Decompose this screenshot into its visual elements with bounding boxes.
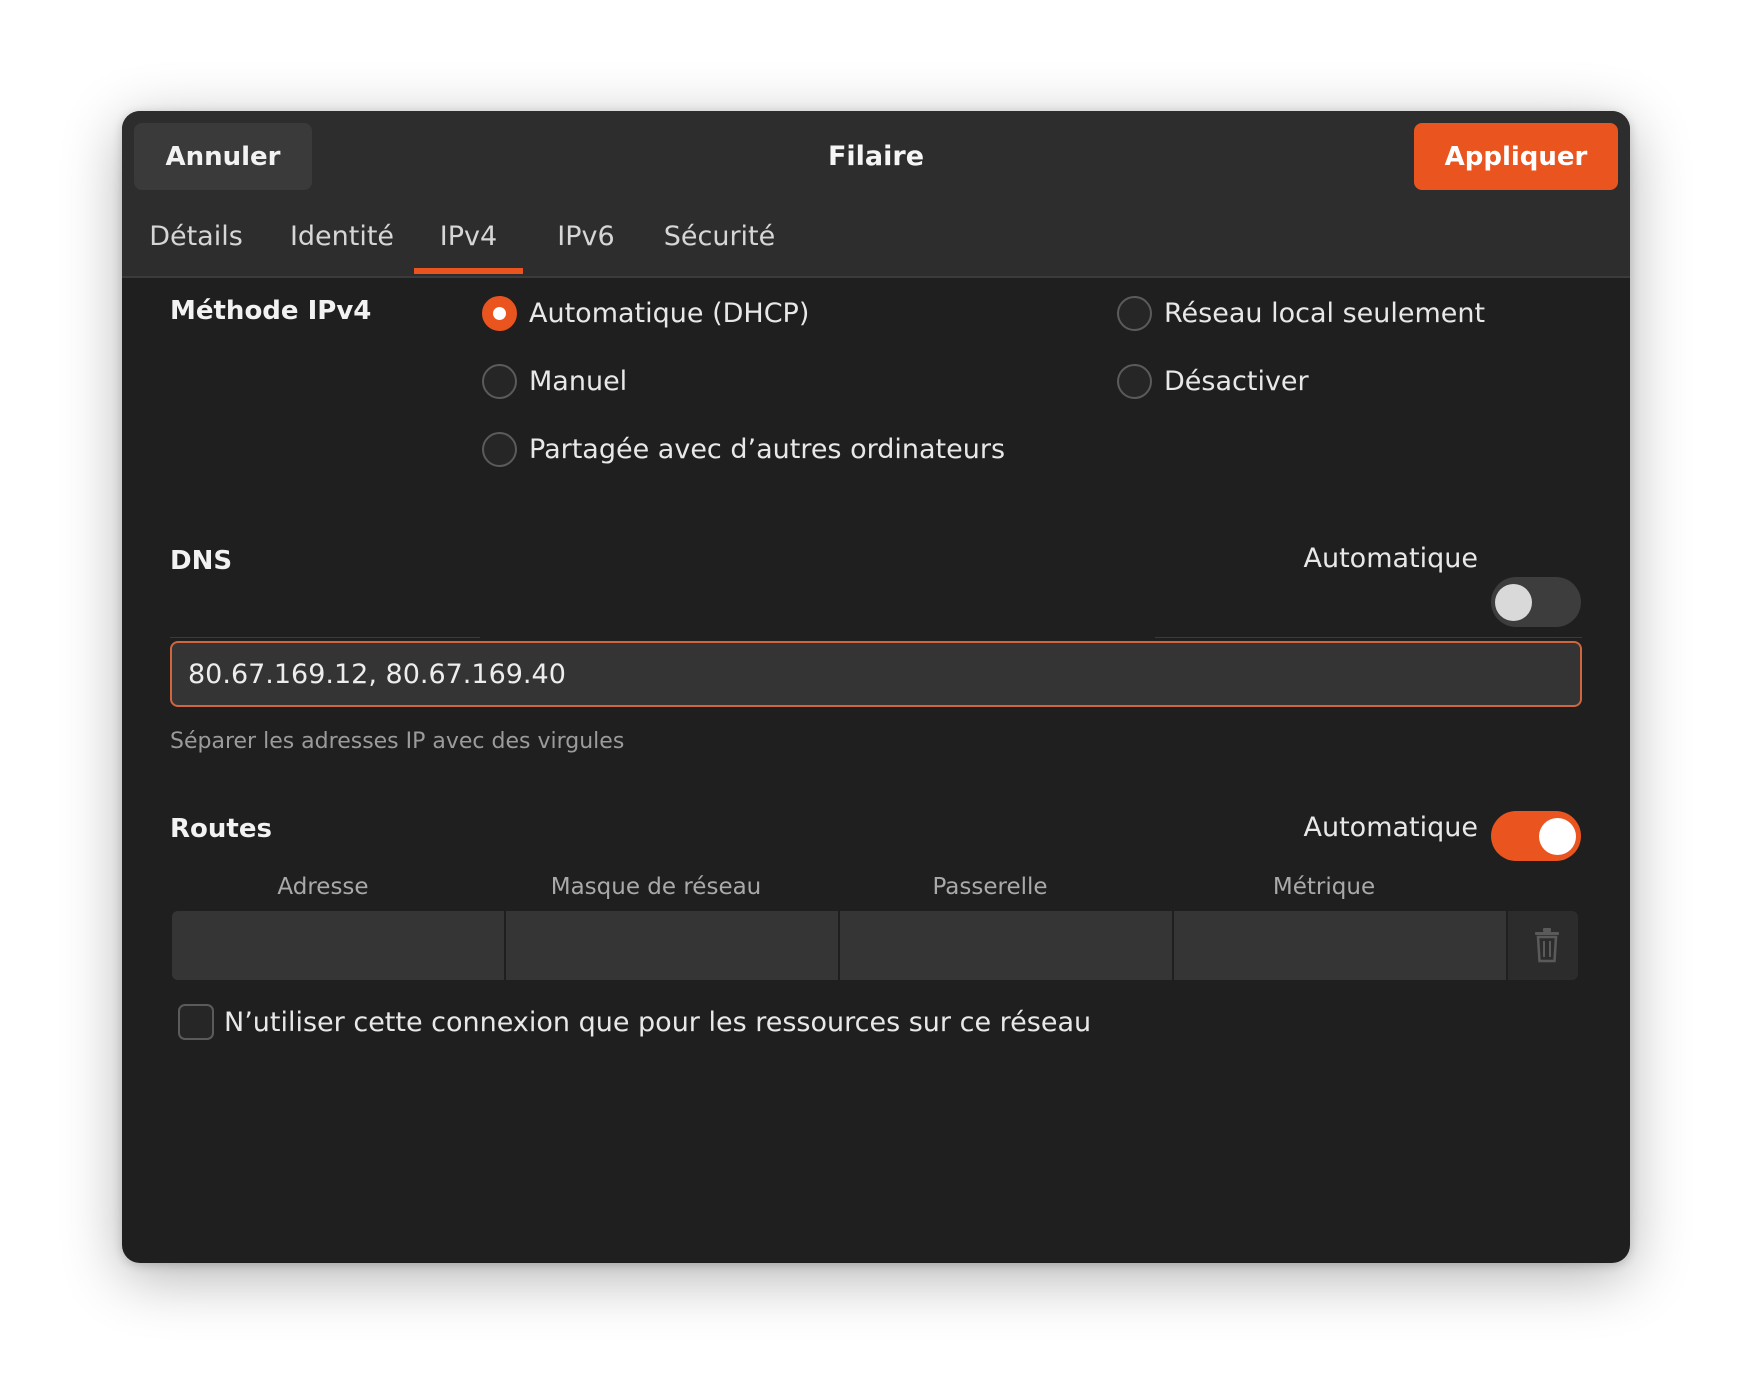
tab-identity[interactable]: Identité <box>275 207 409 273</box>
only-local-resources-checkbox[interactable] <box>178 1004 214 1040</box>
radio-button[interactable] <box>1117 295 1152 331</box>
divider-line <box>170 637 480 638</box>
radio-button[interactable] <box>482 431 517 467</box>
routes-automatic-label: Automatique <box>1303 812 1479 843</box>
column-header-gateway: Passerelle <box>932 874 1048 900</box>
radio-manual[interactable]: Manuel <box>482 361 627 401</box>
radio-label: Automatique (DHCP) <box>529 297 810 329</box>
tab-ipv6[interactable]: IPv6 <box>534 207 638 273</box>
route-row <box>172 911 1578 980</box>
column-header-metric: Métrique <box>1272 874 1376 900</box>
dns-label: DNS <box>170 546 233 576</box>
cancel-button[interactable]: Annuler <box>134 123 312 190</box>
header-separator <box>122 276 1630 278</box>
tab-security[interactable]: Sécurité <box>647 207 792 273</box>
routes-label: Routes <box>170 814 272 844</box>
radio-shared[interactable]: Partagée avec d’autres ordinateurs <box>482 429 1005 469</box>
switch-knob <box>1539 818 1576 855</box>
radio-label: Manuel <box>529 365 628 397</box>
tab-label: IPv6 <box>557 221 615 252</box>
switch-knob <box>1495 584 1532 621</box>
radio-button[interactable] <box>482 295 517 331</box>
tab-ipv4[interactable]: IPv4 <box>414 207 523 274</box>
trash-icon[interactable] <box>1532 927 1562 963</box>
tab-label: Identité <box>289 221 395 252</box>
route-netmask-input[interactable] <box>506 911 840 980</box>
tab-details[interactable]: Détails <box>136 207 256 273</box>
route-gateway-input[interactable] <box>840 911 1174 980</box>
radio-label: Partagée avec d’autres ordinateurs <box>529 433 1006 465</box>
radio-disable[interactable]: Désactiver <box>1117 361 1309 401</box>
tab-label: Détails <box>149 221 243 252</box>
only-local-resources-option[interactable]: N’utiliser cette connexion que pour les … <box>178 1002 1091 1042</box>
radio-label: Réseau local seulement <box>1164 297 1486 329</box>
route-address-input[interactable] <box>172 911 506 980</box>
checkbox-label: N’utiliser cette connexion que pour les … <box>224 1006 1092 1038</box>
radio-dot <box>493 306 506 320</box>
dns-servers-input[interactable]: 80.67.169.12, 80.67.169.40 <box>170 641 1582 707</box>
radio-button[interactable] <box>482 363 517 399</box>
radio-label: Désactiver <box>1164 365 1309 397</box>
dns-hint: Séparer les adresses IP avec des virgule… <box>170 729 625 754</box>
radio-local-network-only[interactable]: Réseau local seulement <box>1117 293 1485 333</box>
dns-automatic-label: Automatique <box>1303 543 1479 574</box>
dns-automatic-switch[interactable] <box>1491 577 1581 627</box>
network-settings-dialog: Annuler Filaire Appliquer Détails Identi… <box>122 111 1630 1263</box>
column-header-address: Adresse <box>277 874 369 900</box>
tab-label: IPv4 <box>439 221 498 252</box>
apply-button[interactable]: Appliquer <box>1414 123 1618 190</box>
radio-button[interactable] <box>1117 363 1152 399</box>
column-header-netmask: Masque de réseau <box>550 874 762 900</box>
routes-automatic-switch[interactable] <box>1491 811 1581 861</box>
radio-automatic-dhcp[interactable]: Automatique (DHCP) <box>482 293 809 333</box>
route-metric-input[interactable] <box>1174 911 1508 980</box>
tab-label: Sécurité <box>663 221 776 252</box>
ipv4-method-label: Méthode IPv4 <box>170 296 372 326</box>
divider-line <box>1155 637 1582 638</box>
